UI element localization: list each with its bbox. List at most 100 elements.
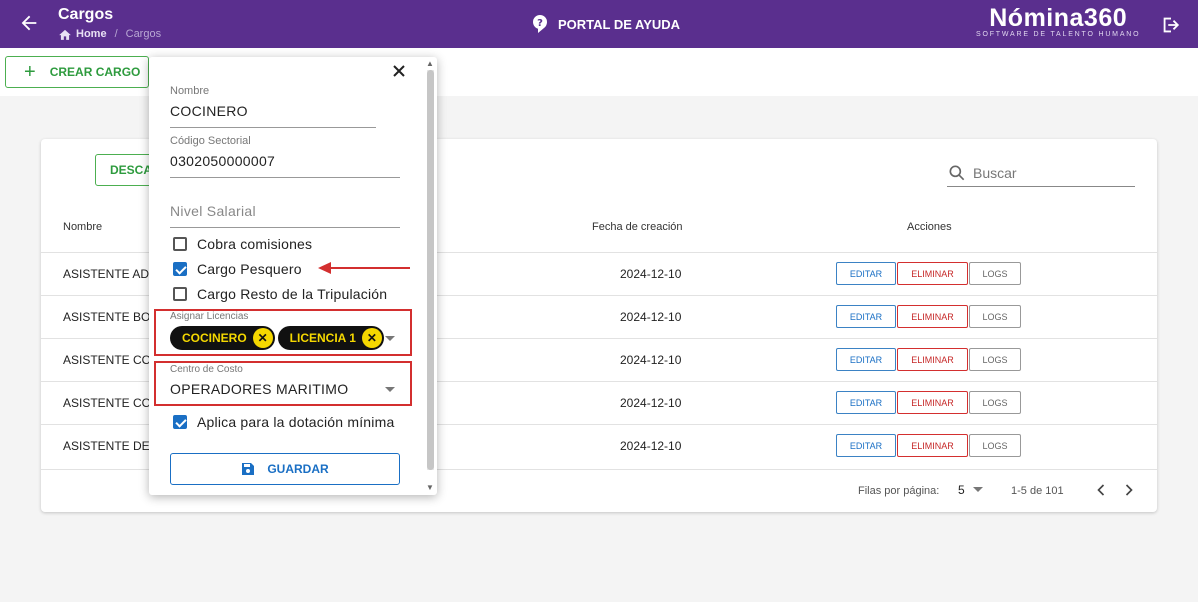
chip-licencia-1: LICENCIA 1 ✕	[277, 326, 384, 350]
cell-fecha: 2024-12-10	[620, 310, 682, 324]
centro-costo-dropdown-icon[interactable]	[385, 387, 395, 392]
cargo-edit-dialog: Nombre COCINERO Código Sectorial 0302050…	[149, 57, 437, 495]
row-actions: EDITAR ELIMINAR LOGS	[836, 348, 1021, 371]
save-icon	[242, 463, 255, 475]
crear-cargo-button[interactable]: + CREAR CARGO	[5, 56, 149, 88]
rows-per-page-label: Filas por página:	[858, 485, 940, 497]
scroll-down-icon[interactable]: ▼	[426, 483, 434, 492]
back-arrow-icon[interactable]	[18, 12, 40, 34]
rows-per-page-select[interactable]: 5	[958, 483, 983, 497]
crear-cargo-label: CREAR CARGO	[49, 65, 141, 79]
editar-button[interactable]: EDITAR	[836, 391, 896, 414]
help-icon: ?	[533, 15, 547, 33]
chip-remove-icon[interactable]: ✕	[361, 328, 382, 348]
pagination-range: 1-5 de 101	[1011, 485, 1064, 497]
dotacion-minima-checkbox[interactable]	[173, 415, 187, 429]
logo-tagline: SOFTWARE DE TALENTO HUMANO	[976, 31, 1141, 38]
dotacion-minima-label: Aplica para la dotación mínima	[197, 414, 395, 430]
cobra-comisiones-label: Cobra comisiones	[197, 236, 313, 252]
centro-costo-label: Centro de Costo	[170, 364, 243, 375]
nombre-underline	[170, 127, 376, 128]
column-header-acciones: Acciones	[907, 221, 952, 233]
logo-name: Nómina360	[989, 4, 1128, 32]
plus-icon: +	[24, 61, 36, 83]
nombre-label: Nombre	[170, 85, 210, 97]
cargo-pesquero-label: Cargo Pesquero	[197, 261, 302, 277]
dialog-scrollbar[interactable]: ▲ ▼	[424, 57, 437, 495]
app-header: Cargos Home / Cargos ? PORTAL DE AYUDA N…	[0, 0, 1198, 48]
logs-button[interactable]: LOGS	[969, 434, 1021, 457]
cell-nombre: ASISTENTE COS	[63, 396, 160, 410]
annotation-arrow-line	[330, 267, 410, 269]
eliminar-button[interactable]: ELIMINAR	[897, 348, 968, 371]
scroll-thumb[interactable]	[427, 70, 434, 470]
chevron-down-icon	[972, 487, 983, 492]
breadcrumb: Home / Cargos	[58, 28, 161, 40]
breadcrumb-home[interactable]: Home	[76, 28, 107, 40]
row-actions: EDITAR ELIMINAR LOGS	[836, 434, 1021, 457]
licencias-dropdown-icon[interactable]	[385, 336, 395, 341]
cell-fecha: 2024-12-10	[620, 396, 682, 410]
logs-button[interactable]: LOGS	[969, 348, 1021, 371]
chip-label: COCINERO	[182, 331, 247, 345]
chevron-left-icon[interactable]	[1091, 480, 1111, 500]
eliminar-button[interactable]: ELIMINAR	[897, 262, 968, 285]
logs-button[interactable]: LOGS	[969, 391, 1021, 414]
editar-button[interactable]: EDITAR	[836, 262, 896, 285]
logs-button[interactable]: LOGS	[969, 262, 1021, 285]
app-logo: Nómina360 SOFTWARE DE TALENTO HUMANO	[976, 4, 1140, 38]
cell-nombre: ASISTENTE DE C	[63, 439, 162, 453]
nivel-salarial-field[interactable]: Nivel Salarial	[170, 203, 256, 219]
cell-fecha: 2024-12-10	[620, 353, 682, 367]
guardar-button[interactable]: GUARDAR	[170, 453, 400, 485]
cell-fecha: 2024-12-10	[620, 439, 682, 453]
search-placeholder: Buscar	[973, 164, 1017, 181]
chip-remove-icon[interactable]: ✕	[252, 328, 273, 348]
eliminar-button[interactable]: ELIMINAR	[897, 434, 968, 457]
row-actions: EDITAR ELIMINAR LOGS	[836, 262, 1021, 285]
cobra-comisiones-checkbox[interactable]	[173, 237, 187, 251]
editar-button[interactable]: EDITAR	[836, 434, 896, 457]
logs-button[interactable]: LOGS	[969, 305, 1021, 328]
cargo-resto-tripulacion-checkbox[interactable]	[173, 287, 187, 301]
search-input[interactable]: Buscar	[947, 159, 1135, 187]
column-header-nombre[interactable]: Nombre	[63, 221, 102, 233]
codigo-sectorial-field[interactable]: 0302050000007	[170, 153, 275, 169]
editar-button[interactable]: EDITAR	[836, 348, 896, 371]
licencias-chips[interactable]: COCINERO ✕ LICENCIA 1 ✕	[170, 326, 384, 350]
annotation-arrow-icon	[318, 262, 331, 274]
eliminar-button[interactable]: ELIMINAR	[897, 305, 968, 328]
nivel-underline	[170, 227, 400, 228]
logout-icon[interactable]	[1160, 14, 1182, 36]
close-icon[interactable]	[391, 63, 407, 79]
codigo-label: Código Sectorial	[170, 135, 251, 147]
cell-fecha: 2024-12-10	[620, 267, 682, 281]
column-header-fecha[interactable]: Fecha de creación	[592, 221, 683, 233]
codigo-underline	[170, 177, 400, 178]
editar-button[interactable]: EDITAR	[836, 305, 896, 328]
chip-label: LICENCIA 1	[289, 331, 356, 345]
cell-nombre: ASISTENTE BOD	[63, 310, 160, 324]
chevron-right-icon[interactable]	[1119, 480, 1139, 500]
cargo-pesquero-checkbox[interactable]	[173, 262, 187, 276]
help-label: PORTAL DE AYUDA	[558, 16, 681, 32]
licencias-label: Asignar Licencias	[170, 311, 249, 322]
rows-per-page-value: 5	[958, 483, 965, 497]
cell-nombre: ASISTENTE ADM	[63, 267, 160, 281]
cell-nombre: ASISTENTE CON	[63, 353, 160, 367]
cargo-resto-tripulacion-label: Cargo Resto de la Tripulación	[197, 286, 388, 302]
eliminar-button[interactable]: ELIMINAR	[897, 391, 968, 414]
nombre-field[interactable]: COCINERO	[170, 103, 248, 119]
guardar-label: GUARDAR	[267, 462, 329, 476]
centro-costo-select[interactable]: OPERADORES MARITIMO	[170, 381, 348, 397]
row-actions: EDITAR ELIMINAR LOGS	[836, 305, 1021, 328]
scroll-up-icon[interactable]: ▲	[426, 59, 434, 68]
chip-cocinero: COCINERO ✕	[170, 326, 275, 350]
search-icon	[949, 165, 965, 180]
home-icon[interactable]	[58, 28, 72, 40]
svg-text:?: ?	[537, 18, 543, 29]
help-portal-link[interactable]: ? PORTAL DE AYUDA	[532, 15, 680, 33]
breadcrumb-separator: /	[114, 28, 118, 40]
row-actions: EDITAR ELIMINAR LOGS	[836, 391, 1021, 414]
page-title: Cargos	[58, 6, 114, 23]
